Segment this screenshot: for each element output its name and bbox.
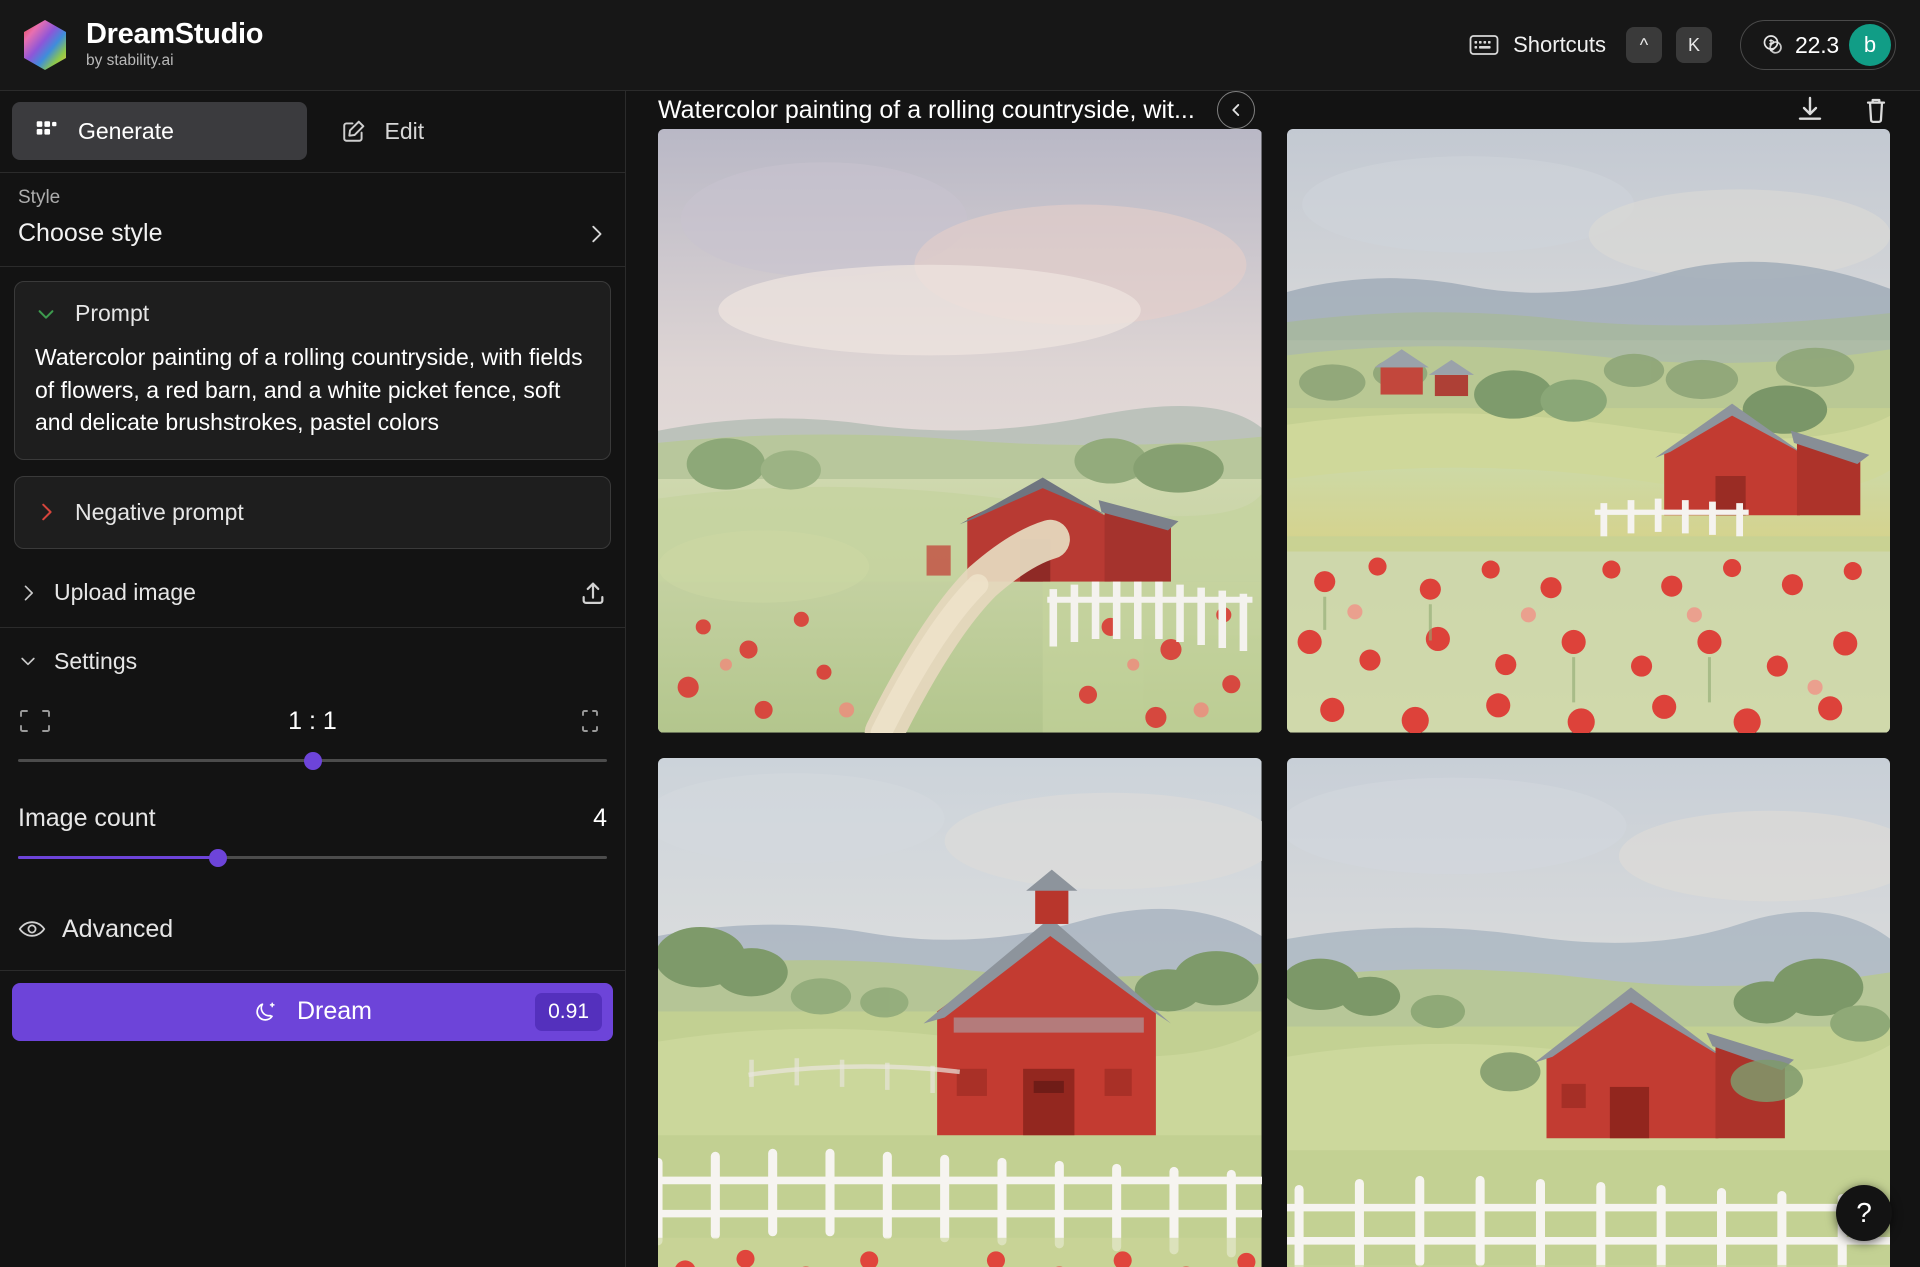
chevron-right-icon: [592, 225, 602, 242]
watercolor-landscape-1: [658, 129, 1262, 733]
result-thumbnail[interactable]: [1286, 757, 1890, 1267]
top-bar: DreamStudio by stability.ai Shortcuts ^ …: [0, 0, 1920, 91]
tab-generate[interactable]: Generate: [12, 102, 307, 160]
results-grid: [626, 129, 1920, 1267]
prompt-toggle[interactable]: Prompt: [35, 300, 590, 327]
brand-subtitle: by stability.ai: [86, 52, 174, 70]
arrow-left-circle-icon: [1232, 104, 1240, 116]
image-count-label: Image count: [18, 803, 156, 832]
moon-sparkle-icon: [256, 1002, 275, 1021]
back-button[interactable]: [1216, 91, 1255, 129]
aspect-ratio-tall-icon[interactable]: [573, 707, 607, 735]
shortcut-key-modifier[interactable]: ^: [1626, 27, 1663, 63]
aspect-ratio-value: 1 : 1: [288, 706, 337, 735]
page-title: Watercolor painting of a rolling country…: [658, 95, 1195, 124]
credits-value: 22.3: [1795, 31, 1839, 58]
watercolor-landscape-3: [658, 757, 1262, 1267]
negative-prompt-toggle[interactable]: Negative prompt: [35, 499, 590, 526]
main-panel: Watercolor painting of a rolling country…: [626, 91, 1920, 1267]
negative-prompt-card[interactable]: Negative prompt: [14, 475, 611, 549]
result-thumbnail[interactable]: [1286, 129, 1890, 733]
main-header: Watercolor painting of a rolling country…: [626, 91, 1920, 129]
header-actions: [1794, 94, 1892, 126]
credits-pill[interactable]: 22.3 b: [1740, 20, 1896, 70]
sidebar: Generate Edit Style Choose style Prompt …: [0, 91, 626, 1267]
advanced-row[interactable]: Advanced: [0, 889, 625, 971]
upload-image-label: Upload image: [54, 579, 196, 606]
top-bar-right: Shortcuts ^ K 22.3 b: [1469, 20, 1896, 70]
style-value: Choose style: [18, 219, 163, 247]
negative-prompt-title: Negative prompt: [75, 498, 244, 525]
result-thumbnail[interactable]: [658, 757, 1262, 1267]
prompt-input[interactable]: Watercolor painting of a rolling country…: [35, 341, 590, 439]
trash-icon[interactable]: [1860, 94, 1892, 126]
choose-style-button[interactable]: Choose style: [18, 219, 607, 248]
prompt-area: Prompt Watercolor painting of a rolling …: [0, 267, 625, 559]
advanced-label: Advanced: [62, 914, 174, 943]
chevron-down-icon: [38, 309, 54, 319]
image-count-slider[interactable]: [18, 845, 607, 871]
slider-thumb[interactable]: [303, 751, 322, 770]
chevron-right-icon: [42, 504, 52, 521]
brand-title: DreamStudio: [86, 17, 264, 50]
slider-thumb[interactable]: [209, 848, 228, 867]
prompt-title: Prompt: [75, 300, 150, 326]
result-thumbnail[interactable]: [658, 129, 1262, 733]
grid-dots-icon: [36, 121, 57, 135]
dream-button-wrap: Dream 0.91: [0, 971, 625, 1055]
settings-label: Settings: [54, 647, 138, 674]
tab-generate-label: Generate: [78, 117, 174, 144]
shortcut-key-letter[interactable]: K: [1676, 27, 1713, 63]
brand[interactable]: DreamStudio by stability.ai: [18, 18, 263, 72]
help-button[interactable]: ?: [1836, 1185, 1892, 1241]
coins-icon: [1763, 35, 1782, 54]
dream-label: Dream: [296, 997, 372, 1026]
image-count-value: 4: [593, 803, 607, 832]
keyboard-icon: [1469, 35, 1499, 55]
aspect-ratio-row: 1 : 1: [18, 707, 607, 736]
style-section: Style Choose style: [0, 173, 625, 267]
chevron-down-icon: [21, 658, 35, 666]
hexagon-gradient-logo-icon: [24, 20, 66, 70]
shortcuts-label[interactable]: Shortcuts: [1513, 32, 1606, 58]
dream-button[interactable]: Dream 0.91: [12, 982, 613, 1041]
settings-row[interactable]: Settings: [0, 628, 625, 681]
slider-fill: [18, 856, 219, 860]
eye-icon: [18, 921, 46, 938]
aspect-ratio-wide-icon[interactable]: [18, 707, 52, 735]
upload-icon[interactable]: [579, 579, 607, 607]
avatar[interactable]: b: [1849, 24, 1891, 66]
tab-edit[interactable]: Edit: [319, 102, 614, 160]
settings-body: 1 : 1 Image count 4: [0, 681, 625, 871]
aspect-ratio-slider[interactable]: [18, 748, 607, 774]
image-count-row: Image count 4: [18, 804, 607, 833]
upload-image-row[interactable]: Upload image: [0, 559, 625, 628]
dream-cost-badge: 0.91: [535, 992, 602, 1031]
download-icon[interactable]: [1794, 94, 1826, 126]
pencil-square-icon: [342, 120, 364, 142]
prompt-card: Prompt Watercolor painting of a rolling …: [14, 281, 611, 460]
tab-edit-label: Edit: [384, 117, 425, 144]
style-label: Style: [18, 187, 61, 208]
chevron-right-icon: [24, 585, 34, 601]
watercolor-landscape-4: [1286, 757, 1890, 1267]
watercolor-landscape-2: [1286, 129, 1890, 733]
sidebar-tabs: Generate Edit: [0, 91, 625, 173]
